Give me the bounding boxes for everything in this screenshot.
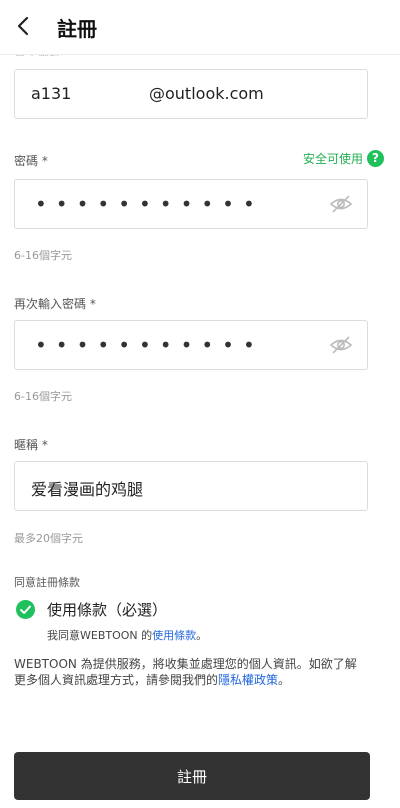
email-value-start: a131 [31, 84, 72, 103]
terms-item-label[interactable]: 使用條款（必選） [47, 599, 167, 620]
help-icon[interactable]: ? [367, 150, 384, 167]
register-button[interactable]: 註冊 [14, 752, 370, 800]
check-icon [20, 605, 31, 614]
privacy-suffix: 。 [278, 673, 291, 687]
password-status-text: 安全可使用 [302, 152, 363, 166]
nickname-hint: 最多20個字元 [14, 532, 83, 545]
hide-password-icon[interactable] [329, 335, 353, 355]
back-arrow-icon[interactable] [12, 14, 36, 38]
terms-sub-suffix: 。 [196, 629, 208, 642]
terms-checkbox[interactable] [16, 600, 35, 619]
page-title: 註冊 [57, 17, 97, 41]
email-value-end: @outlook.com [149, 84, 264, 103]
password-masked-value: ••••••••••• [35, 192, 264, 216]
email-field[interactable]: a131 @outlook.com [14, 69, 368, 119]
password-hint: 6-16個字元 [14, 249, 72, 262]
privacy-text: WEBTOON 為提供服務，將收集並處理您的個人資訊。如欲了解更多個人資訊處理方… [14, 657, 357, 687]
confirm-password-label: 再次輸入密碼 * [14, 297, 96, 311]
nickname-value: 爱看漫画的鸡腿 [31, 480, 144, 499]
terms-section-title: 同意註冊條款 [14, 576, 80, 589]
hide-password-icon[interactable] [329, 194, 353, 214]
password-field[interactable]: ••••••••••• [14, 179, 368, 229]
terms-sub-prefix: 我同意WEBTOON 的 [47, 629, 153, 642]
nickname-label: 暱稱 * [14, 438, 48, 452]
password-label: 密碼 * [14, 154, 48, 168]
confirm-password-masked-value: ••••••••••• [35, 333, 264, 357]
confirm-password-field[interactable]: ••••••••••• [14, 320, 368, 370]
password-status: 安全可使用 ? [303, 150, 384, 167]
nickname-field[interactable]: 爱看漫画的鸡腿 [14, 461, 368, 511]
confirm-password-hint: 6-16個字元 [14, 390, 72, 403]
terms-item-description: 我同意WEBTOON 的使用條款。 [47, 627, 207, 643]
privacy-notice: WEBTOON 為提供服務，將收集並處理您的個人資訊。如欲了解更多個人資訊處理方… [14, 656, 366, 688]
privacy-policy-link[interactable]: 隱私權政策 [218, 673, 278, 687]
app-header: 註冊 [0, 0, 400, 55]
terms-of-use-link[interactable]: 使用條款 [152, 629, 196, 642]
